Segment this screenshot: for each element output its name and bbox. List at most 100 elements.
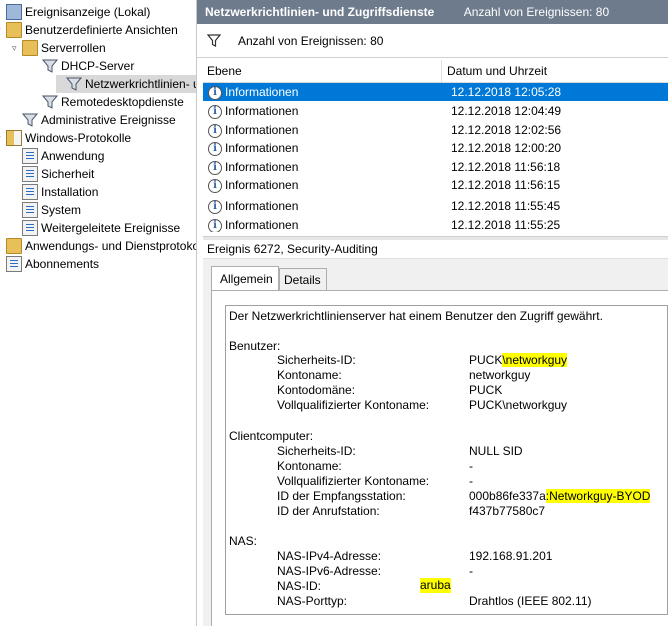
event-row[interactable]: i Informationen 12.12.2018 11:55:25 (203, 216, 668, 232)
information-icon: i (208, 160, 222, 175)
tab-details[interactable]: Details (279, 268, 327, 291)
nas-port-type-value: Drahtlos (IEEE 802.11) (469, 594, 592, 608)
tree-item-label: Benutzerdefinierte Ansichten (25, 23, 178, 37)
client-fq-account-value: - (469, 474, 473, 488)
user-domain-label: Kontodomäne: (277, 383, 356, 397)
event-viewer-icon (6, 4, 22, 20)
tree-item[interactable]: ▿Benutzerdefinierte Ansichten (0, 21, 178, 39)
client-security-id-value: NULL SID (469, 444, 523, 458)
nas-id-value: aruba (420, 578, 451, 593)
tree-item[interactable]: Administrative Ereignisse (12, 111, 176, 129)
event-level: Informationen (225, 123, 299, 137)
tree-item[interactable]: Sicherheit (12, 165, 94, 183)
called-station-value: 000b86fe337a:Networkguy-BYOD (469, 489, 651, 504)
event-row[interactable]: i Informationen 12.12.2018 11:55:45 (203, 197, 668, 215)
user-fq-account-value: PUCK\networkguy (469, 398, 568, 412)
filter-bar: Anzahl von Ereignissen: 80 (197, 25, 668, 58)
tree-item-label: System (41, 203, 82, 217)
log-icon (22, 220, 38, 236)
tree-item[interactable]: Anwendung (12, 147, 104, 165)
tree-item[interactable]: ▹Anwendungs- und Dienstprotokolle (0, 237, 196, 255)
tree-item[interactable]: Ereignisanzeige (Lokal) (0, 3, 150, 21)
tree-item-label: Weitergeleitete Ereignisse (41, 221, 181, 235)
tree-item-label: DHCP-Server (61, 59, 135, 73)
event-date: 12.12.2018 12:00:20 (451, 141, 562, 155)
expand-toggle-icon[interactable]: ▿ (12, 39, 22, 57)
client-account-value: - (469, 459, 473, 473)
nas-port-type-label: NAS-Porttyp: (277, 594, 348, 608)
tab-general[interactable]: Allgemein (211, 266, 279, 291)
nas-ipv6-value: - (469, 564, 473, 578)
event-level: Informationen (225, 104, 299, 118)
event-row[interactable]: i Informationen 12.12.2018 11:56:15 (203, 176, 668, 194)
event-date: 12.12.2018 11:55:25 (451, 218, 561, 232)
event-level: Informationen (225, 160, 299, 174)
event-row[interactable]: i Informationen 12.12.2018 12:02:56 (203, 121, 668, 139)
event-row[interactable]: i Informationen 12.12.2018 12:05:28 (203, 83, 668, 101)
event-date: 12.12.2018 12:05:28 (451, 85, 562, 99)
client-fq-account-label: Vollqualifizierter Kontoname: (277, 474, 430, 488)
filter-icon (42, 59, 58, 73)
tree-item[interactable]: Installation (12, 183, 98, 201)
section-user: Benutzer: (229, 339, 281, 353)
tree-item[interactable]: ▿ Serverrollen (12, 39, 106, 57)
folder-icon (6, 130, 22, 146)
column-header-level[interactable]: Ebene (203, 60, 442, 82)
tree-item[interactable]: Netzwerkrichtlinien- und Zugriffsdienste (56, 75, 196, 93)
calling-station-label: ID der Anrufstation: (277, 504, 380, 518)
event-level: Informationen (225, 178, 299, 192)
tree-item-label: Administrative Ereignisse (41, 113, 176, 127)
event-date: 12.12.2018 12:02:56 (451, 123, 562, 137)
pane-event-count: Anzahl von Ereignissen: 80 (463, 5, 610, 19)
pane-title: Netzwerkrichtlinien- und Zugriffsdienste (205, 5, 435, 19)
tree-item[interactable]: Weitergeleitete Ereignisse (12, 219, 180, 237)
event-date: 12.12.2018 11:55:45 (451, 199, 561, 213)
tab-details-label: Details (284, 273, 321, 287)
event-detail-title: Ereignis 6272, Security-Auditing (207, 242, 378, 256)
information-icon: i (208, 123, 222, 138)
section-nas: NAS: (229, 534, 258, 548)
section-client: Clientcomputer: (229, 429, 314, 443)
log-icon (22, 148, 38, 164)
event-date: 12.12.2018 11:56:18 (451, 160, 561, 174)
folder-icon (6, 238, 22, 254)
tree-item[interactable]: Remotedesktopdienste (32, 93, 184, 111)
filter-icon (22, 113, 38, 127)
called-station-mac: 000b86fe337a (469, 489, 546, 503)
event-row[interactable]: i Informationen 12.12.2018 12:04:49 (203, 102, 668, 120)
folder-icon (22, 40, 38, 56)
user-security-id-label: Sicherheits-ID: (277, 353, 356, 367)
tree-item[interactable]: DHCP-Server (32, 57, 134, 75)
event-row[interactable]: i Informationen 12.12.2018 11:56:18 (203, 158, 668, 176)
tree-item-label: Serverrollen (41, 41, 106, 55)
called-station-ssid: :Networkguy-BYOD (545, 489, 651, 503)
tree-item-label: Netzwerkrichtlinien- und Zugriffsdienste (85, 77, 196, 91)
event-date: 12.12.2018 12:04:49 (451, 104, 562, 118)
tree-item-label: Installation (41, 185, 99, 199)
user-account-value: networkguy (469, 368, 531, 382)
client-security-id-label: Sicherheits-ID: (277, 444, 356, 458)
event-row[interactable]: i Informationen 12.12.2018 12:00:20 (203, 139, 668, 157)
event-intro-text: Der Netzwerkrichtlinienserver hat einem … (229, 309, 603, 323)
log-icon (22, 184, 38, 200)
nas-id-label: NAS-ID: (277, 579, 322, 593)
tree-item[interactable]: System (12, 201, 81, 219)
log-icon (22, 166, 38, 182)
user-security-id-value: PUCK\networkguy (469, 353, 568, 368)
user-security-id-highlight: \networkguy (502, 353, 568, 367)
tab-general-label: Allgemein (220, 272, 273, 286)
event-level: Informationen (225, 141, 299, 155)
filter-icon[interactable] (207, 34, 221, 48)
nas-ipv6-label: NAS-IPv6-Adresse: (277, 564, 382, 578)
tree-item[interactable]: Abonnements (0, 255, 99, 273)
nas-ipv4-label: NAS-IPv4-Adresse: (277, 549, 382, 563)
event-description[interactable]: Der Netzwerkrichtlinienserver hat einem … (225, 305, 668, 615)
calling-station-value: f437b77580c7 (469, 504, 546, 518)
event-date: 12.12.2018 11:56:15 (451, 178, 561, 192)
filter-icon (42, 95, 58, 109)
user-domain-value: PUCK (469, 383, 503, 397)
column-header-date[interactable]: Datum und Uhrzeit (443, 60, 667, 82)
client-account-label: Kontoname: (277, 459, 342, 473)
filter-icon (66, 77, 82, 91)
tree-item[interactable]: ▿Windows-Protokolle (0, 129, 131, 147)
